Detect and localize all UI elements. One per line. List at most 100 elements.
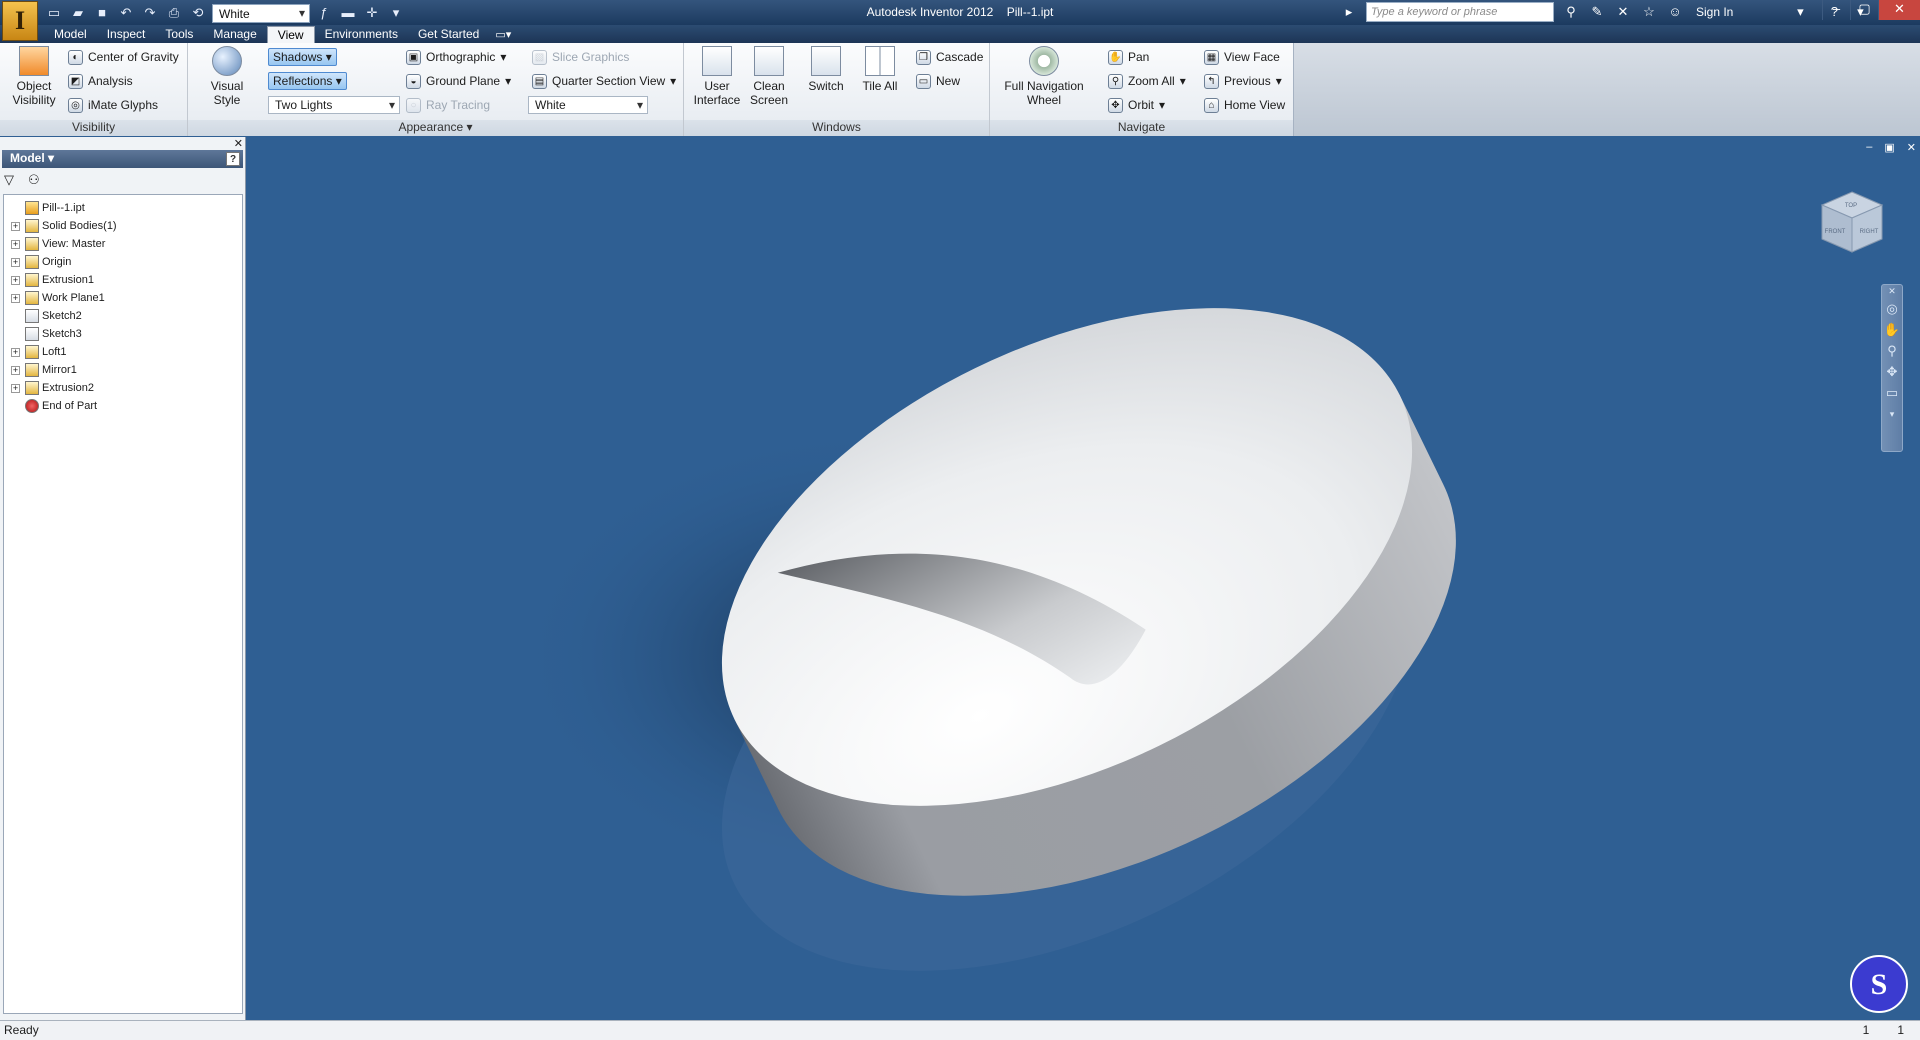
navbar-zoom-icon[interactable]: ⚲ <box>1882 341 1902 362</box>
zoom-all-button[interactable]: ⚲ Zoom All ▾ <box>1108 71 1186 91</box>
tree-node[interactable]: End of Part <box>4 397 242 415</box>
slice-graphics-button[interactable]: ▧ Slice Graphics <box>532 47 629 67</box>
orthographic-button[interactable]: ▣ Orthographic ▾ <box>406 47 506 67</box>
app-menu-button[interactable]: I <box>2 1 38 41</box>
imate-glyphs-button[interactable]: ◎ iMate Glyphs <box>68 95 158 115</box>
tree-node[interactable]: Sketch2 <box>4 307 242 325</box>
expand-icon[interactable]: + <box>11 383 20 393</box>
browser-header[interactable]: Model ▾ ? <box>2 150 243 168</box>
object-visibility-button[interactable]: Object Visibility <box>6 46 62 107</box>
expand-icon[interactable]: + <box>11 275 20 285</box>
expand-icon[interactable]: + <box>11 221 20 231</box>
shadows-button[interactable]: Shadows ▾ <box>268 47 337 67</box>
browser-help-icon[interactable]: ? <box>226 152 240 166</box>
undo-icon[interactable]: ↶ <box>116 4 136 22</box>
viewcube[interactable]: TOP FRONT RIGHT <box>1817 187 1887 257</box>
tree-node[interactable]: + Mirror1 <box>4 361 242 379</box>
favorites-icon[interactable]: ☆ <box>1640 3 1658 21</box>
tab-get-started[interactable]: Get Started <box>408 26 489 43</box>
return-icon[interactable]: ⟲ <box>188 4 208 22</box>
qat-dropdown-icon[interactable]: ▾ <box>386 4 406 22</box>
navbar-orbit-icon[interactable]: ✥ <box>1882 362 1902 383</box>
ground-plane-button[interactable]: ◒ Ground Plane ▾ <box>406 71 511 91</box>
expand-icon[interactable]: + <box>11 239 20 249</box>
close-icon[interactable]: ✕ <box>1878 0 1920 20</box>
tree-node[interactable]: Pill--1.ipt <box>4 199 242 217</box>
pan-button[interactable]: ✋ Pan <box>1108 47 1149 67</box>
new-icon[interactable]: ▭ <box>44 4 64 22</box>
expand-icon[interactable]: + <box>11 257 20 267</box>
ribbon-tabs: Model Inspect Tools Manage View Environm… <box>0 25 1920 43</box>
reflections-toggle[interactable]: Reflections ▾ <box>268 72 347 90</box>
clean-screen-button[interactable]: Clean Screen <box>744 46 794 107</box>
expand-icon[interactable]: + <box>11 347 20 357</box>
print-icon[interactable]: ⎙ <box>164 4 184 22</box>
tree-node[interactable]: + Work Plane1 <box>4 289 242 307</box>
view-face-button[interactable]: ▦ View Face <box>1204 47 1280 67</box>
color-icon[interactable]: ▬ <box>338 4 358 22</box>
expand-icon[interactable]: + <box>11 365 20 375</box>
dropdown-icon[interactable]: ▾ <box>1791 3 1809 21</box>
shadows-toggle[interactable]: Shadows ▾ <box>268 48 337 66</box>
center-of-gravity-button[interactable]: ◐ Center of Gravity <box>68 47 179 67</box>
pill-model[interactable] <box>247 137 1920 1020</box>
search-input[interactable]: Type a keyword or phrase <box>1366 2 1554 22</box>
tab-manage[interactable]: Manage <box>203 26 266 43</box>
switch-button[interactable]: Switch <box>802 46 850 93</box>
tree-node[interactable]: + View: Master <box>4 235 242 253</box>
plus-icon[interactable]: ✛ <box>362 4 382 22</box>
tab-tools[interactable]: Tools <box>155 26 203 43</box>
minimize-icon[interactable]: – <box>1822 0 1850 20</box>
tree-node[interactable]: + Origin <box>4 253 242 271</box>
function-icon[interactable]: ƒ <box>314 4 334 22</box>
tab-view[interactable]: View <box>266 26 315 43</box>
tree-node[interactable]: + Solid Bodies(1) <box>4 217 242 235</box>
tab-inspect[interactable]: Inspect <box>97 26 156 43</box>
redo-icon[interactable]: ↷ <box>140 4 160 22</box>
find-icon[interactable]: ⚇ <box>28 172 40 190</box>
tab-environments[interactable]: Environments <box>315 26 408 43</box>
home-view-label: Home View <box>1224 98 1286 112</box>
quarter-section-view-button[interactable]: ▤ Quarter Section View ▾ <box>532 71 676 91</box>
new-window-button[interactable]: ▭ New <box>916 71 960 91</box>
orbit-button[interactable]: ✥ Orbit ▾ <box>1108 95 1165 115</box>
navbar-customize-icon[interactable]: ▾ <box>1882 404 1902 425</box>
tree-node[interactable]: + Extrusion1 <box>4 271 242 289</box>
appearance-select[interactable]: White <box>212 3 310 23</box>
visual-style-button[interactable]: Visual Style <box>196 46 258 107</box>
steering-wheel-icon[interactable]: ◎ <box>1882 299 1902 320</box>
color-override-select[interactable]: White <box>528 96 648 114</box>
expand-arrow-icon[interactable]: ▸ <box>1340 3 1358 21</box>
assistant-icon[interactable]: S <box>1850 955 1908 1013</box>
navbar-look-icon[interactable]: ▭ <box>1882 383 1902 404</box>
cascade-button[interactable]: ❐ Cascade <box>916 47 983 67</box>
communication-icon[interactable]: ✕ <box>1614 3 1632 21</box>
tree-node[interactable]: + Loft1 <box>4 343 242 361</box>
tree-node[interactable]: + Extrusion2 <box>4 379 242 397</box>
ray-tracing-button[interactable]: ○ Ray Tracing <box>406 95 490 115</box>
graphics-viewport[interactable]: – ▣ ✕ TOP FRONT RIGHT ✕ ◎ ✋ ⚲ ✥ ▭ ▾ S <box>247 137 1920 1020</box>
filter-icon[interactable]: ▽ <box>4 172 14 190</box>
tile-all-button[interactable]: Tile All <box>856 46 904 93</box>
reflections-button[interactable]: Reflections ▾ <box>268 71 347 91</box>
save-icon[interactable]: ■ <box>92 4 112 22</box>
maximize-icon[interactable]: ▢ <box>1850 0 1878 20</box>
tab-model[interactable]: Model <box>44 26 97 43</box>
expand-icon[interactable]: + <box>11 293 20 303</box>
lighting-select[interactable]: Two Lights <box>268 96 400 114</box>
subscription-icon[interactable]: ✎ <box>1588 3 1606 21</box>
navbar-pan-icon[interactable]: ✋ <box>1882 320 1902 341</box>
analysis-button[interactable]: ◩ Analysis <box>68 71 133 91</box>
binoculars-icon[interactable]: ⚲ <box>1562 3 1580 21</box>
ribbon-display-icon[interactable]: ▭▾ <box>495 27 511 43</box>
orthographic-icon: ▣ <box>406 49 421 65</box>
home-view-button[interactable]: ⌂ Home View <box>1204 95 1285 115</box>
full-navigation-wheel-button[interactable]: Full Navigation Wheel <box>996 46 1092 107</box>
open-icon[interactable]: ▰ <box>68 4 88 22</box>
previous-view-button[interactable]: ↰ Previous ▾ <box>1204 71 1282 91</box>
sign-in-link[interactable]: Sign In <box>1696 5 1733 19</box>
navbar-close-icon[interactable]: ✕ <box>1882 285 1902 299</box>
user-interface-button[interactable]: User Interface <box>692 46 742 107</box>
browser-close-icon[interactable]: ✕ <box>234 137 243 150</box>
tree-node[interactable]: Sketch3 <box>4 325 242 343</box>
